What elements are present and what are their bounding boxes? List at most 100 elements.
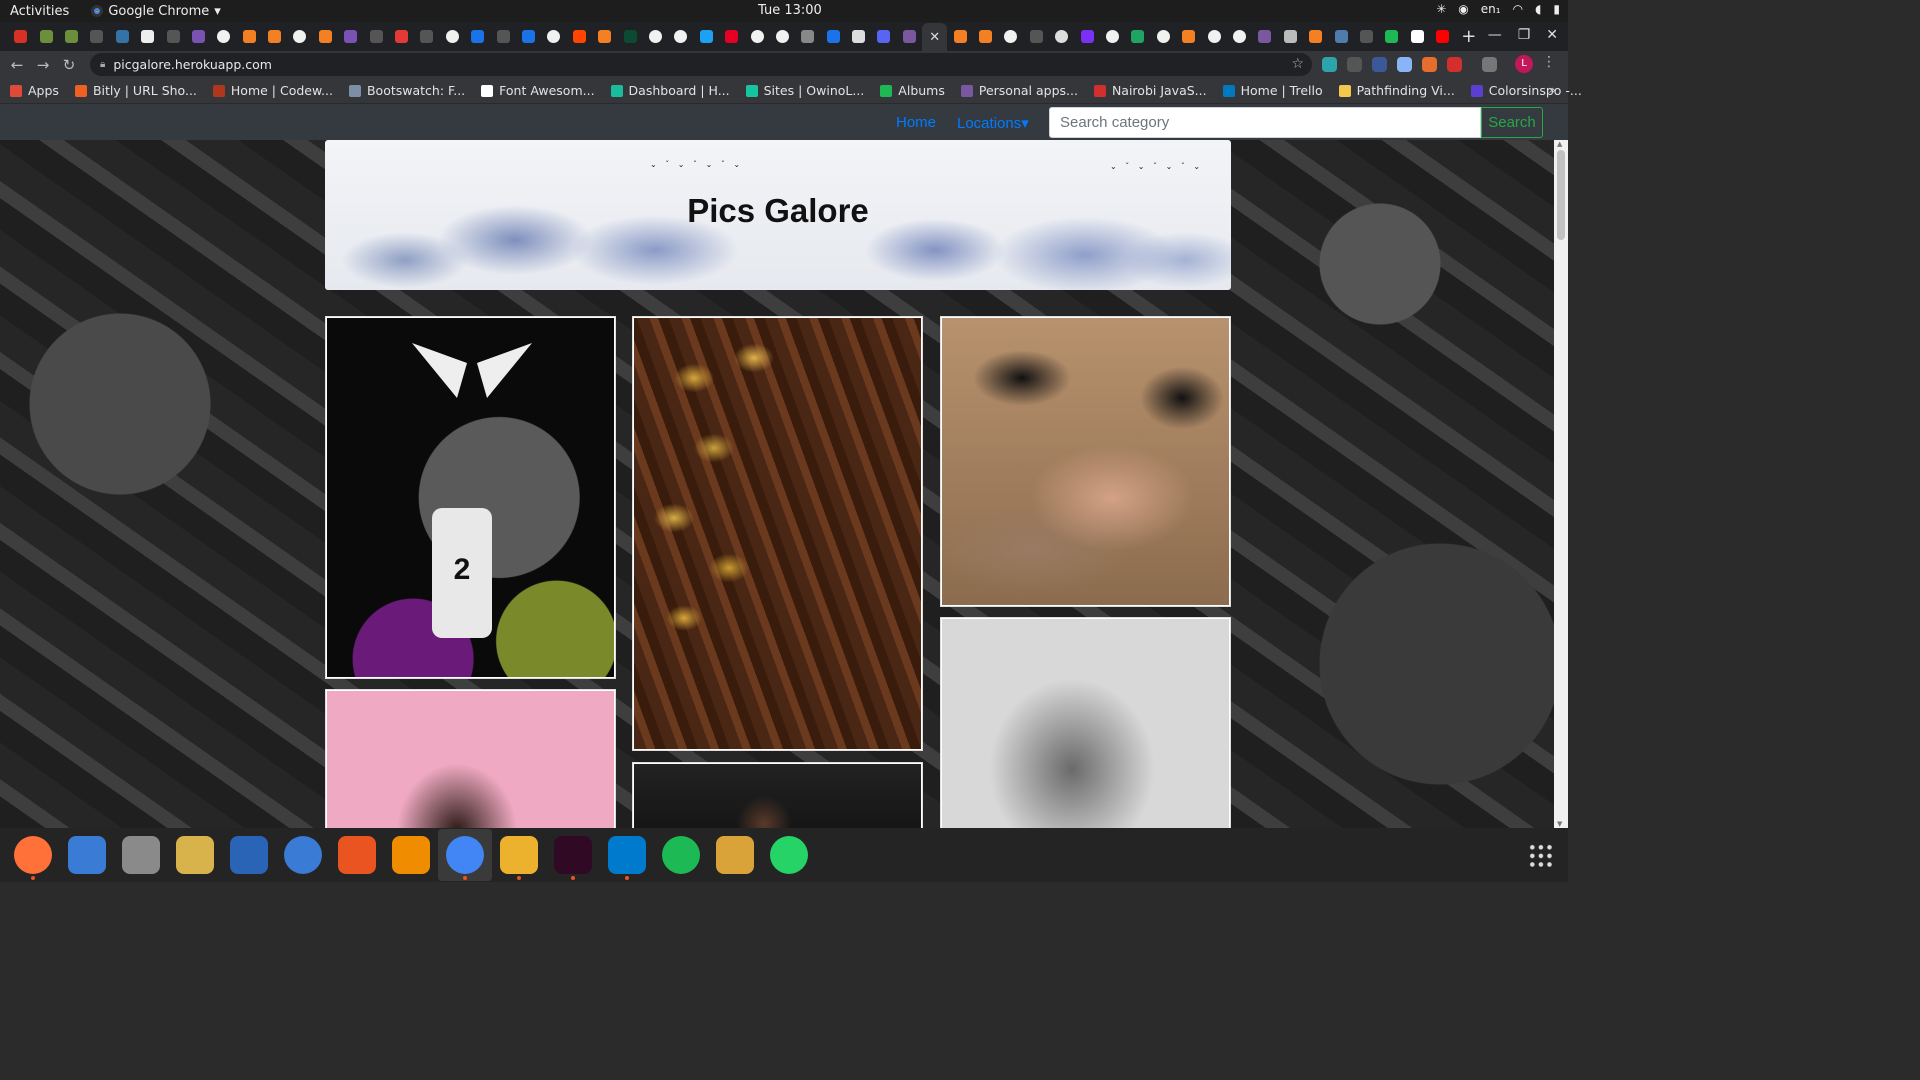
dock-spotify[interactable]	[654, 829, 708, 881]
tab[interactable]	[338, 26, 363, 48]
tab[interactable]	[1379, 26, 1404, 48]
tab[interactable]	[1303, 26, 1328, 48]
slack-tray-icon[interactable]: ✳	[1436, 2, 1446, 16]
tab[interactable]	[135, 26, 160, 48]
dock-software[interactable]	[330, 829, 384, 881]
tab[interactable]	[1125, 26, 1150, 48]
dock-slack[interactable]	[492, 829, 546, 881]
chrome-tray-icon[interactable]: ◉	[1458, 2, 1468, 16]
search-category-input[interactable]	[1049, 107, 1481, 138]
dock-whatsapp[interactable]	[762, 829, 816, 881]
tab[interactable]	[287, 26, 312, 48]
tab[interactable]	[1074, 26, 1099, 48]
tab[interactable]	[1278, 26, 1303, 48]
dock-thunderbird[interactable]	[60, 829, 114, 881]
minimize-icon[interactable]: —	[1488, 27, 1502, 43]
dock-vscode[interactable]	[600, 829, 654, 881]
dock-vlc[interactable]	[384, 829, 438, 881]
bookmark-item[interactable]: Home | Trello	[1222, 83, 1323, 98]
lock-icon[interactable]: 🔒︎	[100, 59, 105, 70]
app-menu[interactable]: Google Chrome ▾	[91, 4, 221, 19]
tab[interactable]	[694, 26, 719, 48]
dock-rhythmbox[interactable]	[168, 829, 222, 881]
volume-icon[interactable]: ◖	[1535, 2, 1541, 16]
tab[interactable]	[1176, 26, 1201, 48]
tab[interactable]	[363, 26, 388, 48]
tab[interactable]	[998, 26, 1023, 48]
bookmark-item[interactable]: Nairobi JavaS...	[1093, 83, 1207, 98]
tab[interactable]	[1328, 26, 1353, 48]
extension-icon[interactable]	[1422, 57, 1437, 72]
extension-icon[interactable]	[1322, 57, 1337, 72]
gallery-image-tattoo-sneakers[interactable]	[940, 316, 1231, 607]
nav-home-link[interactable]: Home	[896, 114, 936, 131]
dock-firefox[interactable]	[6, 829, 60, 881]
gallery-image-pink-portrait[interactable]	[325, 689, 616, 828]
bookmark-item[interactable]: Colorsinspo -...	[1470, 83, 1582, 98]
tab[interactable]	[617, 26, 642, 48]
bookmark-item[interactable]: Font Awesom...	[481, 83, 595, 98]
maximize-icon[interactable]: ❐	[1518, 27, 1531, 43]
bookmark-item[interactable]: Sites | OwinoL...	[745, 83, 864, 98]
tab[interactable]	[1151, 26, 1176, 48]
extension-icon[interactable]	[1397, 57, 1412, 72]
clock[interactable]: Tue 13:00	[758, 3, 822, 18]
tab[interactable]	[389, 26, 414, 48]
nav-locations-dropdown[interactable]: Locations▾	[957, 114, 1029, 132]
tab[interactable]	[1049, 26, 1074, 48]
tab[interactable]	[186, 26, 211, 48]
new-tab-icon[interactable]: +	[1461, 26, 1476, 47]
tab[interactable]	[59, 26, 84, 48]
dock-chrome[interactable]	[438, 829, 492, 881]
tab[interactable]	[110, 26, 135, 48]
dock-help[interactable]	[276, 829, 330, 881]
bookmark-item[interactable]: Home | Codew...	[212, 83, 333, 98]
gallery-image-bw-portrait[interactable]	[940, 617, 1231, 828]
tab[interactable]	[947, 26, 972, 48]
tab[interactable]	[440, 26, 465, 48]
tab[interactable]	[84, 26, 109, 48]
tab-active[interactable]: ✕	[922, 23, 948, 51]
bookmark-item[interactable]: Personal apps...	[960, 83, 1078, 98]
tab[interactable]	[821, 26, 846, 48]
close-tab-icon[interactable]: ✕	[929, 30, 940, 45]
tab[interactable]	[1354, 26, 1379, 48]
tab[interactable]	[541, 26, 566, 48]
menu-kebab-icon[interactable]: ⋮	[1542, 54, 1556, 70]
bookmark-item[interactable]: Dashboard | H...	[610, 83, 730, 98]
tab[interactable]	[262, 26, 287, 48]
tab[interactable]	[465, 26, 490, 48]
bookmark-item[interactable]: Pathfinding Vi...	[1338, 83, 1455, 98]
tab[interactable]	[973, 26, 998, 48]
tab[interactable]	[643, 26, 668, 48]
tab[interactable]	[8, 26, 33, 48]
language-indicator[interactable]: en₁	[1481, 2, 1501, 16]
reload-icon[interactable]: ↻	[56, 56, 82, 74]
tab[interactable]	[490, 26, 515, 48]
extension-icon[interactable]	[1372, 57, 1387, 72]
tab[interactable]	[719, 26, 744, 48]
tab[interactable]	[1100, 26, 1125, 48]
gallery-image-basketball-art[interactable]: 2	[325, 316, 616, 679]
tab[interactable]	[1404, 26, 1429, 48]
bookmarks-overflow-icon[interactable]: »	[1548, 82, 1556, 97]
profile-avatar[interactable]: L	[1515, 55, 1533, 73]
tab[interactable]	[414, 26, 439, 48]
page-scrollbar[interactable]: ▲ ▼	[1554, 140, 1568, 828]
tab[interactable]	[567, 26, 592, 48]
tab[interactable]	[795, 26, 820, 48]
tab[interactable]	[770, 26, 795, 48]
tab[interactable]	[1252, 26, 1277, 48]
forward-icon[interactable]: →	[30, 56, 56, 74]
url-text[interactable]: picgalore.herokuapp.com	[113, 57, 272, 72]
tab[interactable]	[592, 26, 617, 48]
extension-icon[interactable]	[1347, 57, 1362, 72]
gallery-image-basketball-crowd[interactable]	[632, 762, 923, 828]
tab[interactable]	[516, 26, 541, 48]
activities-button[interactable]: Activities	[10, 4, 69, 19]
tab[interactable]	[160, 26, 185, 48]
bookmark-item[interactable]: Albums	[880, 83, 945, 98]
dock-files[interactable]	[114, 829, 168, 881]
apps-shortcut[interactable]: Apps	[10, 83, 59, 98]
dock-terminal[interactable]	[546, 829, 600, 881]
